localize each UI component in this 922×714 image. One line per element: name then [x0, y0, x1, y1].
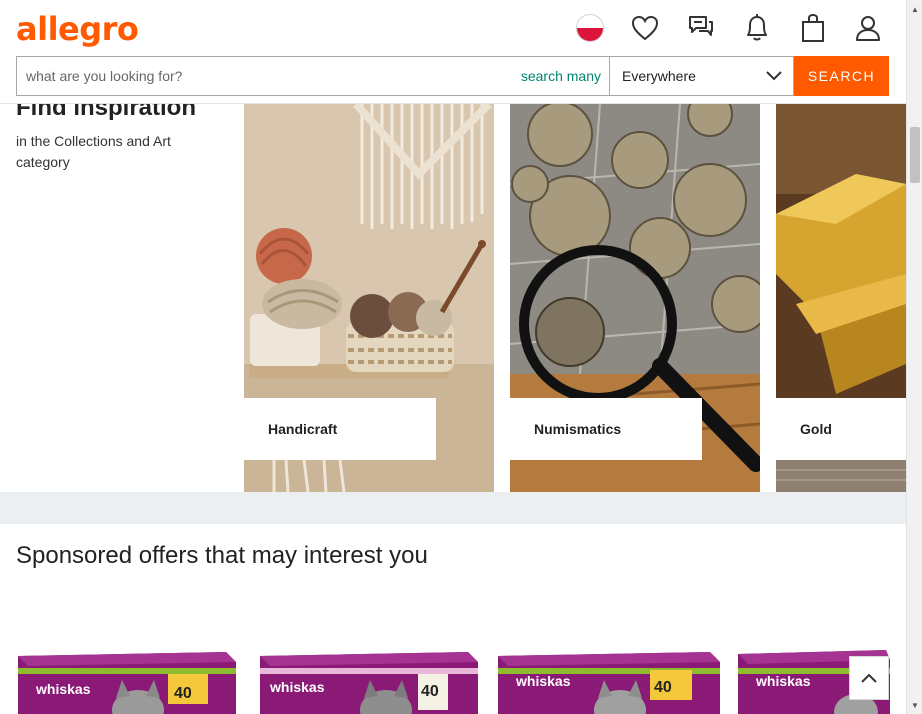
- bell-icon[interactable]: [741, 12, 773, 44]
- page-scrollbar[interactable]: ▲ ▼: [906, 0, 922, 714]
- search-input[interactable]: [26, 68, 521, 84]
- heart-icon[interactable]: [629, 12, 661, 44]
- product-badge: 40: [654, 679, 672, 696]
- chat-icon[interactable]: [685, 12, 717, 44]
- search-bar: search many Everywhere SEARCH: [16, 56, 889, 96]
- category-tile-label: Gold: [776, 398, 906, 460]
- product-badge: 40: [421, 683, 439, 700]
- scrollbar-thumb[interactable]: [910, 127, 920, 183]
- product-image: 40 whiskas: [18, 652, 236, 714]
- category-tile-handicraft[interactable]: Handicraft: [244, 104, 494, 492]
- search-scope-select[interactable]: Everywhere: [609, 56, 794, 96]
- user-icon[interactable]: [852, 12, 884, 44]
- product-image: 40 whiskas: [498, 652, 720, 714]
- search-button[interactable]: SEARCH: [794, 56, 889, 96]
- section-divider: [0, 492, 906, 524]
- product-card[interactable]: 40 whiskas: [496, 640, 722, 714]
- sponsored-title: Sponsored offers that may interest you: [16, 542, 428, 569]
- product-brand: whiskas: [269, 679, 325, 695]
- product-badge: 40: [174, 685, 192, 702]
- scroll-down-arrow-icon[interactable]: ▼: [907, 698, 922, 712]
- product-image: 40 whiskas: [260, 652, 478, 714]
- category-tile-label: Handicraft: [244, 398, 436, 460]
- top-header: allegro search many Everywhere SEARCH: [0, 0, 906, 104]
- search-scope-value: Everywhere: [622, 68, 696, 84]
- product-brand: whiskas: [515, 673, 571, 689]
- chevron-up-icon: [861, 673, 877, 683]
- product-brand: whiskas: [755, 673, 811, 689]
- category-tile-gold[interactable]: Gold: [776, 104, 906, 492]
- back-to-top-button[interactable]: [849, 656, 889, 700]
- shopping-bag-icon[interactable]: [797, 12, 829, 44]
- scroll-up-arrow-icon[interactable]: ▲: [907, 2, 922, 16]
- search-many-link[interactable]: search many: [521, 68, 609, 84]
- poland-flag-icon[interactable]: [574, 12, 606, 44]
- chevron-down-icon: [766, 71, 782, 81]
- inspiration-subtitle: in the Collections and Art category: [16, 133, 171, 170]
- search-field-wrapper: search many: [16, 56, 609, 96]
- category-tile-numismatics[interactable]: Numismatics: [510, 104, 760, 492]
- category-tile-label: Numismatics: [510, 398, 702, 460]
- product-card[interactable]: 40 whiskas: [16, 640, 238, 714]
- product-card[interactable]: 40 whiskas: [258, 640, 480, 714]
- allegro-logo[interactable]: allegro: [16, 10, 139, 48]
- product-brand: whiskas: [35, 681, 91, 697]
